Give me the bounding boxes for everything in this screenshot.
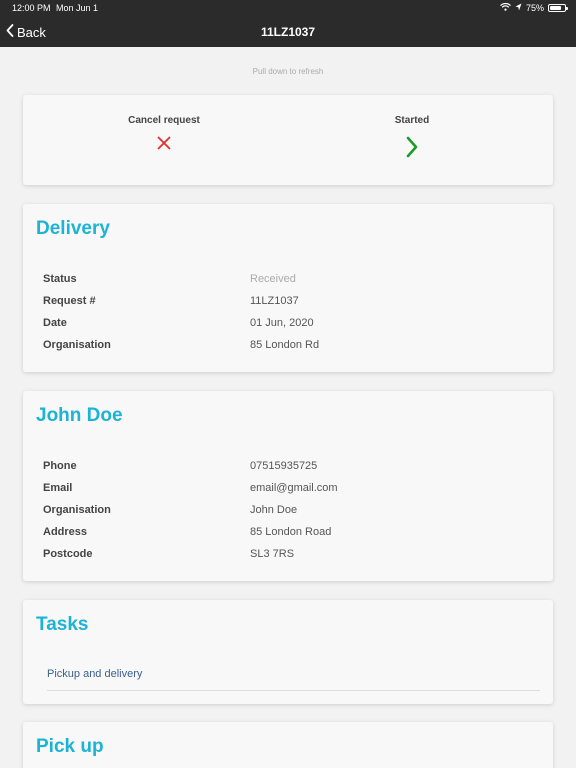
detail-row-date: Date 01 Jun, 2020 <box>43 317 553 339</box>
status-indicators: 75% <box>500 2 568 13</box>
navigation-bar: Back 11LZ1037 <box>0 17 576 47</box>
pickup-card: Pick up <box>23 722 553 768</box>
detail-row-request-number: Request # 11LZ1037 <box>43 295 553 317</box>
contact-row-postcode: Postcode SL3 7RS <box>43 548 553 570</box>
actions-card: Cancel request Started <box>23 95 553 185</box>
status-time: 12:00 PM <box>12 3 51 13</box>
pickup-title: Pick up <box>36 736 104 757</box>
contact-row-phone: Phone 07515935725 <box>43 460 553 482</box>
detail-value: 85 London Rd <box>250 339 320 351</box>
detail-label: Phone <box>43 460 77 472</box>
cancel-request-label: Cancel request <box>128 115 200 126</box>
detail-row-organisation: Organisation 85 London Rd <box>43 339 553 361</box>
detail-value: 85 London Road <box>250 526 332 538</box>
detail-label: Postcode <box>43 548 93 560</box>
delivery-card: Delivery Status Received Request # 11LZ1… <box>23 204 553 372</box>
close-icon <box>104 136 224 155</box>
page-title: 11LZ1037 <box>260 25 316 39</box>
location-icon <box>515 3 522 13</box>
status-date: Mon Jun 1 <box>56 3 99 13</box>
contact-row-address: Address 85 London Road <box>43 526 553 548</box>
started-button[interactable]: Started <box>352 115 472 163</box>
status-bar: 12:00 PM Mon Jun 1 75% <box>0 0 576 17</box>
contact-row-email: Email email@gmail.com <box>43 482 553 504</box>
detail-label: Status <box>43 273 77 285</box>
contact-name-title: John Doe <box>36 405 123 426</box>
detail-label: Address <box>43 526 88 538</box>
wifi-icon <box>500 2 511 13</box>
started-label: Started <box>394 115 430 126</box>
delivery-title: Delivery <box>36 218 110 239</box>
detail-value: Received <box>250 273 296 285</box>
detail-value: 01 Jun, 2020 <box>250 317 314 329</box>
detail-label: Date <box>43 317 67 329</box>
contact-card: John Doe Phone 07515935725 Email email@g… <box>23 391 553 581</box>
detail-label: Organisation <box>43 504 111 516</box>
tasks-card: Tasks Pickup and delivery <box>23 600 553 704</box>
detail-row-status: Status Received <box>43 273 553 295</box>
cancel-request-button[interactable]: Cancel request <box>104 115 224 155</box>
detail-label: Email <box>43 482 73 494</box>
email-value[interactable]: email@gmail.com <box>250 482 338 494</box>
detail-value: John Doe <box>250 504 298 516</box>
tasks-title: Tasks <box>36 614 89 635</box>
battery-percent: 75% <box>525 3 544 13</box>
pull-to-refresh-hint: Pull down to refresh <box>252 67 324 76</box>
task-list-item[interactable]: Pickup and delivery <box>47 668 540 691</box>
battery-icon <box>548 4 568 12</box>
detail-value: 11LZ1037 <box>250 295 299 307</box>
detail-value: SL3 7RS <box>250 548 295 560</box>
detail-label: Organisation <box>43 339 111 351</box>
chevron-right-icon <box>352 136 472 163</box>
detail-label: Request # <box>43 295 96 307</box>
contact-row-organisation: Organisation John Doe <box>43 504 553 526</box>
phone-value[interactable]: 07515935725 <box>250 460 317 472</box>
